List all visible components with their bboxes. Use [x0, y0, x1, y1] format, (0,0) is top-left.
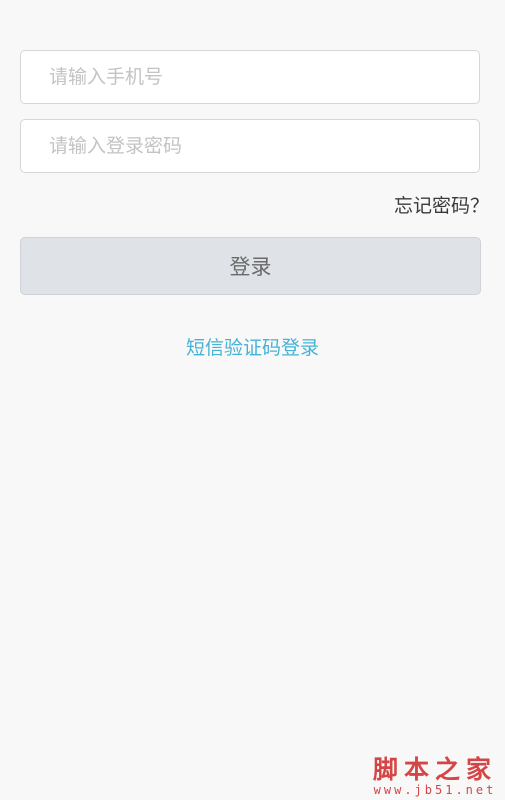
forgot-password-link[interactable]: 忘记密码？	[394, 191, 489, 218]
password-field[interactable]	[20, 119, 480, 173]
sms-code-login-link[interactable]: 短信验证码登录	[0, 333, 505, 360]
watermark-url: www.jb51.net	[373, 783, 497, 797]
password-input[interactable]	[21, 120, 479, 172]
site-watermark-logo: 脚本之家 www.jb51.net	[373, 757, 497, 796]
phone-input[interactable]	[21, 51, 479, 103]
login-button[interactable]: 登录	[20, 237, 481, 295]
phone-field[interactable]	[20, 50, 480, 104]
watermark-title: 脚本之家	[372, 755, 497, 784]
